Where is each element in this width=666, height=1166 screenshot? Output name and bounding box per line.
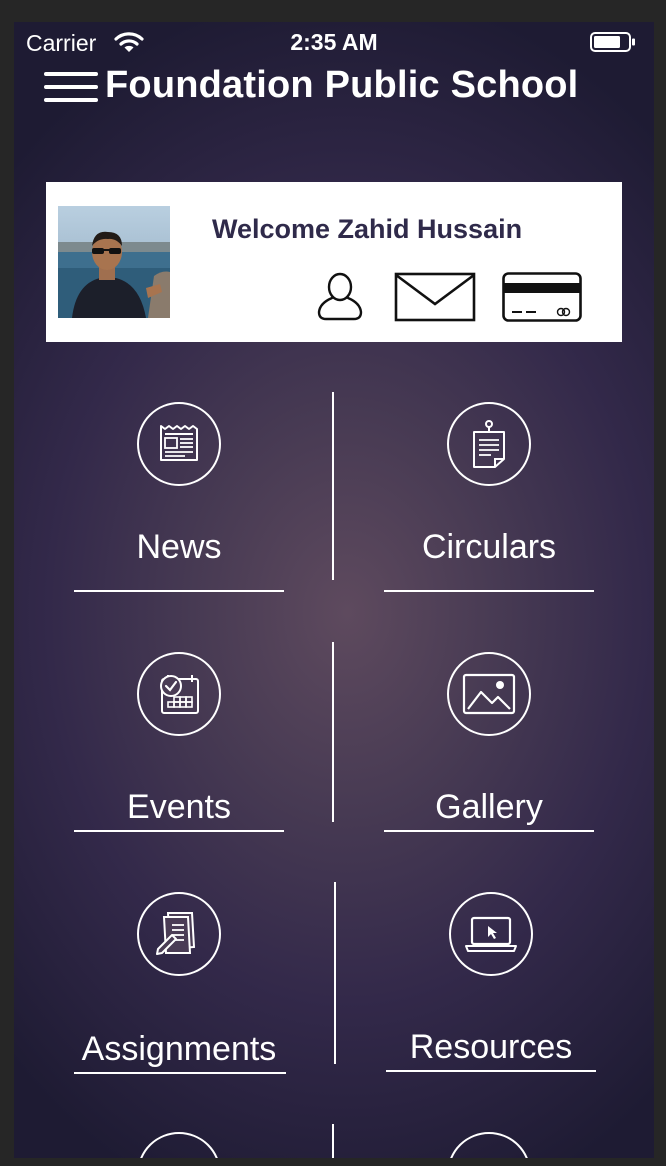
tile-label: Events (127, 788, 231, 826)
id-card-icon[interactable] (502, 272, 582, 322)
clock: 2:35 AM (290, 29, 378, 55)
app-title: Foundation Public School (105, 64, 579, 106)
calendar-icon (137, 652, 221, 736)
column-divider (332, 392, 334, 580)
events-tile[interactable]: Events (74, 652, 284, 834)
partial-tile[interactable] (74, 1132, 284, 1158)
notice-icon (447, 402, 531, 486)
partial-tile[interactable] (384, 1132, 594, 1158)
battery-icon (590, 32, 635, 52)
tile-underline (74, 1072, 286, 1074)
newspaper-icon (137, 402, 221, 486)
assignments-tile[interactable]: Assignments (74, 892, 286, 1076)
app-header: Foundation Public School (14, 62, 654, 118)
tile-label: Circulars (421, 528, 557, 566)
tile-label: Resources (409, 1028, 573, 1066)
tile-underline (386, 1070, 596, 1072)
tile-label: Gallery (435, 788, 543, 826)
column-divider (332, 642, 334, 822)
laptop-icon (449, 892, 533, 976)
hamburger-menu-icon[interactable] (44, 72, 98, 102)
avatar[interactable] (58, 206, 170, 318)
welcome-card: Welcome Zahid Hussain (46, 182, 622, 342)
profile-icon[interactable] (316, 270, 364, 322)
gallery-tile[interactable]: Gallery (384, 652, 594, 834)
welcome-message: Welcome Zahid Hussain (212, 214, 523, 244)
mail-icon[interactable] (394, 272, 476, 322)
circulars-tile[interactable]: Circulars (384, 402, 594, 594)
tile-label: Assignments (81, 1030, 277, 1068)
tile-underline (384, 590, 594, 592)
partial-tile-icon (137, 1132, 221, 1158)
status-bar: Carrier 2:35 AM (14, 22, 654, 62)
resources-tile[interactable]: Resources (386, 892, 596, 1076)
news-tile[interactable]: News (74, 402, 284, 594)
app-screen: Carrier 2:35 AM Foundation Public School (14, 22, 654, 1158)
image-icon (447, 652, 531, 736)
tile-underline (74, 830, 284, 832)
tile-underline (384, 830, 594, 832)
tile-underline (74, 590, 284, 592)
tile-label: News (136, 528, 222, 566)
column-divider (332, 1124, 334, 1158)
partial-tile-icon (447, 1132, 531, 1158)
document-pencil-icon (137, 892, 221, 976)
column-divider (334, 882, 336, 1064)
